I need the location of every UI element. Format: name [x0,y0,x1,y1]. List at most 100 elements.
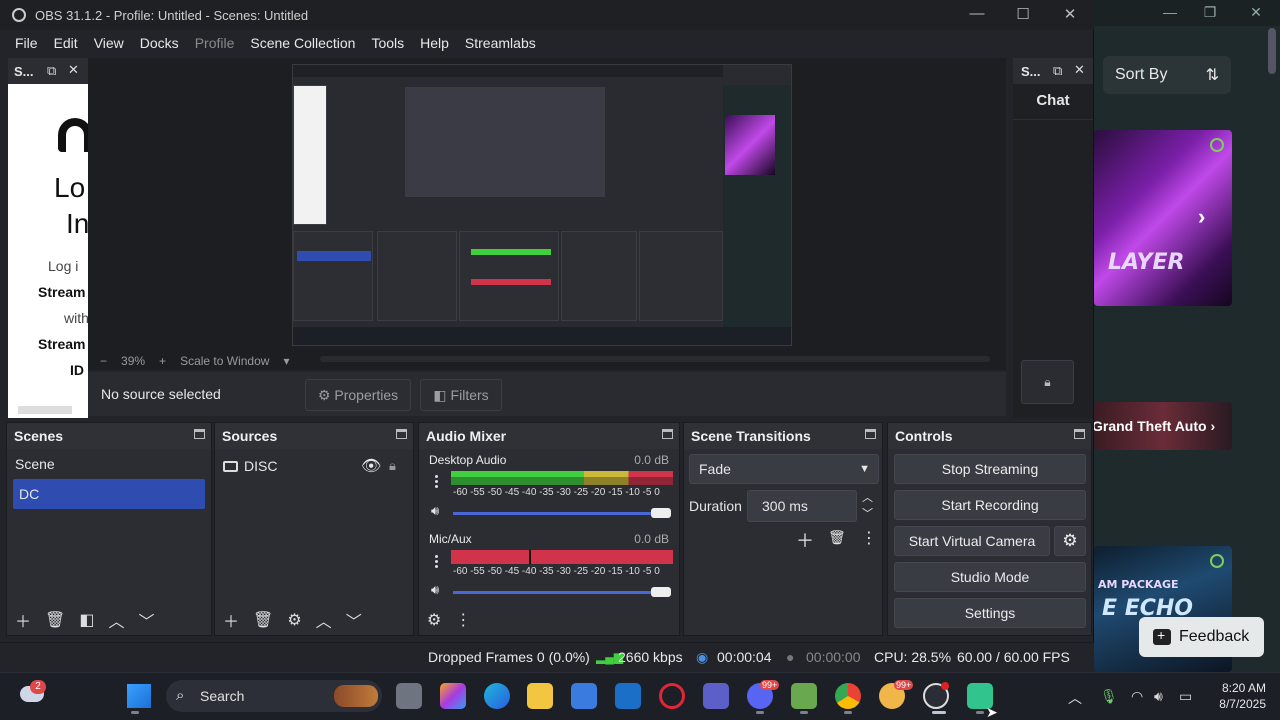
desktop-audio-volume[interactable] [453,512,663,515]
trash-icon[interactable]: 🗑︎ [253,610,273,630]
zoom-in-icon[interactable]: + [159,354,166,368]
task-view-icon[interactable] [396,683,422,709]
scale-dropdown-icon[interactable]: ▾ [283,354,289,368]
gear-icon[interactable]: ⚙ [287,610,301,630]
microphone-icon[interactable]: 🎙︎ [1100,688,1118,705]
menu-scene-collection[interactable]: Scene Collection [250,35,355,51]
add-icon[interactable]: ＋ [223,608,239,632]
move-up-icon[interactable]: ︿ [316,608,332,632]
mic-volume-knob[interactable] [651,587,671,597]
store-icon[interactable] [571,683,597,709]
trash-icon[interactable]: 🗑︎ [828,529,846,546]
studio-mode-button[interactable]: Studio Mode [894,562,1086,592]
duration-input[interactable]: 300 ms [747,490,857,522]
float-icon[interactable] [865,429,876,439]
float-icon[interactable] [194,429,205,439]
float-icon[interactable] [396,429,407,439]
menu-file[interactable]: File [15,35,38,51]
edge-icon[interactable] [484,683,510,709]
sort-by-button[interactable]: Sort By ⇅ [1103,56,1231,94]
bg-scrollbar[interactable] [1268,28,1276,74]
chat-lock-button[interactable]: 🔒︎ [1021,360,1074,404]
move-down-icon[interactable]: ﹀ [138,608,154,632]
bg-minimize-icon[interactable]: — [1160,4,1180,20]
filters-button[interactable]: ◧ Filters [420,379,502,411]
teams-icon[interactable] [703,683,729,709]
advanced-audio-gear-icon[interactable]: ⚙ [427,610,441,630]
lock-icon[interactable]: 🔒︎ [389,458,396,474]
start-recording-button[interactable]: Start Recording [894,490,1086,520]
clock-time: 8:20 AM [1221,681,1266,695]
menu-profile[interactable]: Profile [195,35,235,51]
menu-docks[interactable]: Docks [140,35,179,51]
float-icon[interactable] [1074,429,1085,439]
settings-button[interactable]: Settings [894,598,1086,628]
recording-dot-icon [941,682,949,690]
stop-streaming-button[interactable]: Stop Streaming [894,454,1086,484]
float-icon[interactable] [662,429,673,439]
bg-close-icon[interactable]: ✕ [1246,4,1266,21]
speaker-icon[interactable]: 🔊︎ [431,582,439,598]
left-dock-scrollbar[interactable] [18,406,72,414]
scene-item-selected[interactable]: DC [13,479,205,509]
taskbar-clock[interactable]: 8:20 AM 8/7/2025 [1204,680,1266,712]
menu-help[interactable]: Help [420,35,449,51]
float-icon[interactable]: ⧉ [1053,63,1062,79]
menu-streamlabs[interactable]: Streamlabs [465,35,536,51]
add-icon[interactable]: ＋ [15,608,31,632]
sources-dock-header: Sources [215,423,413,449]
kebab-menu-icon[interactable] [435,555,439,569]
tray-chevron-icon[interactable]: ︿ [1068,688,1082,708]
trash-icon[interactable]: 🗑︎ [45,610,65,630]
mic-aux-volume[interactable] [453,591,663,594]
wifi-icon[interactable]: ◠ [1131,688,1143,705]
add-icon[interactable]: ＋ [796,527,814,553]
scene-transitions-header: Scene Transitions [684,423,882,449]
feedback-button[interactable]: Feedback [1139,617,1264,657]
preview-scrollbar[interactable] [320,356,990,362]
close-dock-icon[interactable]: ✕ [68,62,79,78]
source-item[interactable]: DISC 👁︎ 🔒︎ [215,451,413,481]
properties-button[interactable]: ⚙ Properties [305,379,411,411]
chrome-icon[interactable] [835,683,861,709]
windows-start-icon[interactable] [127,684,151,708]
transition-select[interactable]: Fade ▼ [689,454,879,484]
menu-tools[interactable]: Tools [371,35,404,51]
stepper-down-icon[interactable]: ﹀ [862,505,873,521]
move-down-icon[interactable]: ﹀ [346,608,362,632]
kebab-menu-icon[interactable] [435,475,439,489]
maximize-icon[interactable]: ☐ [1008,5,1038,25]
menu-edit[interactable]: Edit [54,35,78,51]
close-icon[interactable]: ✕ [1055,5,1085,25]
bg-restore-icon[interactable]: ❐ [1200,4,1220,21]
scale-mode[interactable]: Scale to Window [180,354,269,368]
stepper-up-icon[interactable]: ︿ [862,489,873,505]
outlook-icon[interactable] [615,683,641,709]
zoom-out-icon[interactable]: − [100,354,107,368]
start-virtual-camera-button[interactable]: Start Virtual Camera [894,526,1050,556]
scene-item[interactable]: Scene [7,449,211,479]
thumbnail-card-1[interactable]: LAYER › [1094,130,1232,306]
filter-icon[interactable]: ◧ [79,610,94,630]
eye-icon[interactable]: 👁︎ [361,456,381,476]
minecraft-icon[interactable] [791,683,817,709]
scene-item-label: DC [19,486,40,502]
minimize-icon[interactable]: — [962,5,992,25]
opera-icon[interactable] [659,683,685,709]
chevron-right-icon[interactable]: › [1198,204,1205,230]
volume-icon[interactable]: 🔊︎ [1154,688,1163,705]
menu-view[interactable]: View [94,35,124,51]
file-explorer-icon[interactable] [527,683,553,709]
grand-theft-auto-label[interactable]: Grand Theft Auto › [1092,418,1215,434]
kebab-menu-icon[interactable]: ⋮ [861,528,877,548]
move-up-icon[interactable]: ︿ [108,608,124,632]
speaker-icon[interactable]: 🔊︎ [431,503,439,519]
float-icon[interactable]: ⧉ [47,63,56,79]
copilot-icon[interactable] [440,683,466,709]
close-dock-icon[interactable]: ✕ [1074,62,1085,78]
login-line-2: Stream [38,284,86,300]
virtual-camera-gear-icon[interactable]: ⚙ [1054,526,1086,556]
desktop-volume-knob[interactable] [651,508,671,518]
battery-icon[interactable]: ▭ [1179,688,1192,705]
kebab-menu-icon[interactable]: ⋮ [455,610,471,630]
